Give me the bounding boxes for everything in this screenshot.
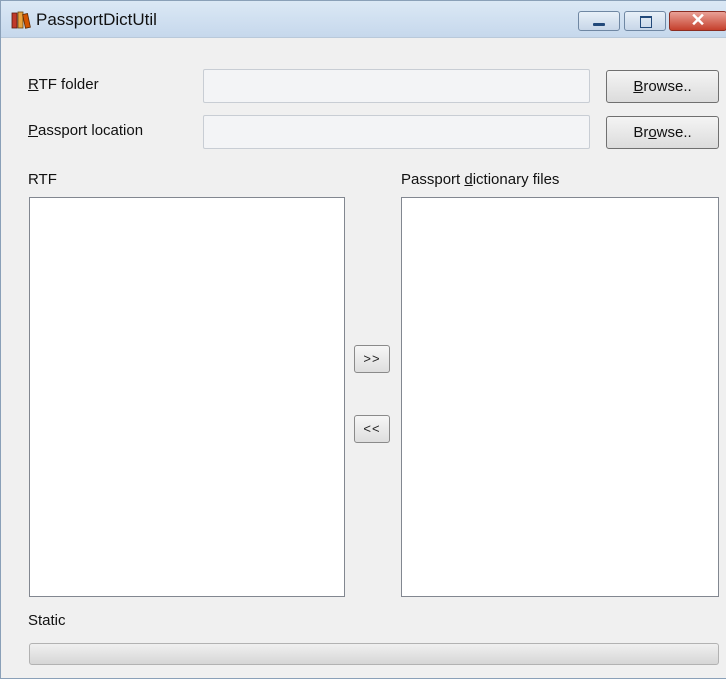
passport-list-label: Passport dictionary files (401, 171, 560, 188)
maximize-button[interactable] (624, 11, 666, 31)
passport-location-label: Passport location (28, 122, 144, 139)
books-icon (11, 11, 31, 29)
rtf-folder-browse-button[interactable]: Browse.. (606, 70, 719, 103)
move-right-button[interactable]: >> (354, 345, 390, 373)
rtf-folder-field[interactable] (203, 69, 590, 103)
rtf-list-label: RTF (28, 171, 57, 188)
close-button[interactable]: ✕ (669, 10, 726, 31)
rtf-folder-label: RTF folder (28, 76, 99, 93)
rtf-listbox[interactable] (29, 197, 345, 597)
title-bar[interactable]: PassportDictUtil ✕ (1, 1, 726, 38)
app-window: PassportDictUtil ✕ RTF folder Browse.. P… (0, 0, 726, 679)
status-label: Static (28, 612, 66, 629)
move-left-button[interactable]: << (354, 415, 390, 443)
passport-location-field[interactable] (203, 115, 590, 149)
close-icon: ✕ (690, 10, 706, 30)
passport-dictionary-listbox[interactable] (401, 197, 719, 597)
minimize-icon (593, 23, 605, 26)
maximize-icon (640, 16, 652, 28)
passport-location-browse-button[interactable]: Browse.. (606, 116, 719, 149)
minimize-button[interactable] (578, 11, 620, 31)
window-title: PassportDictUtil (36, 10, 157, 29)
progress-bar (29, 643, 719, 665)
